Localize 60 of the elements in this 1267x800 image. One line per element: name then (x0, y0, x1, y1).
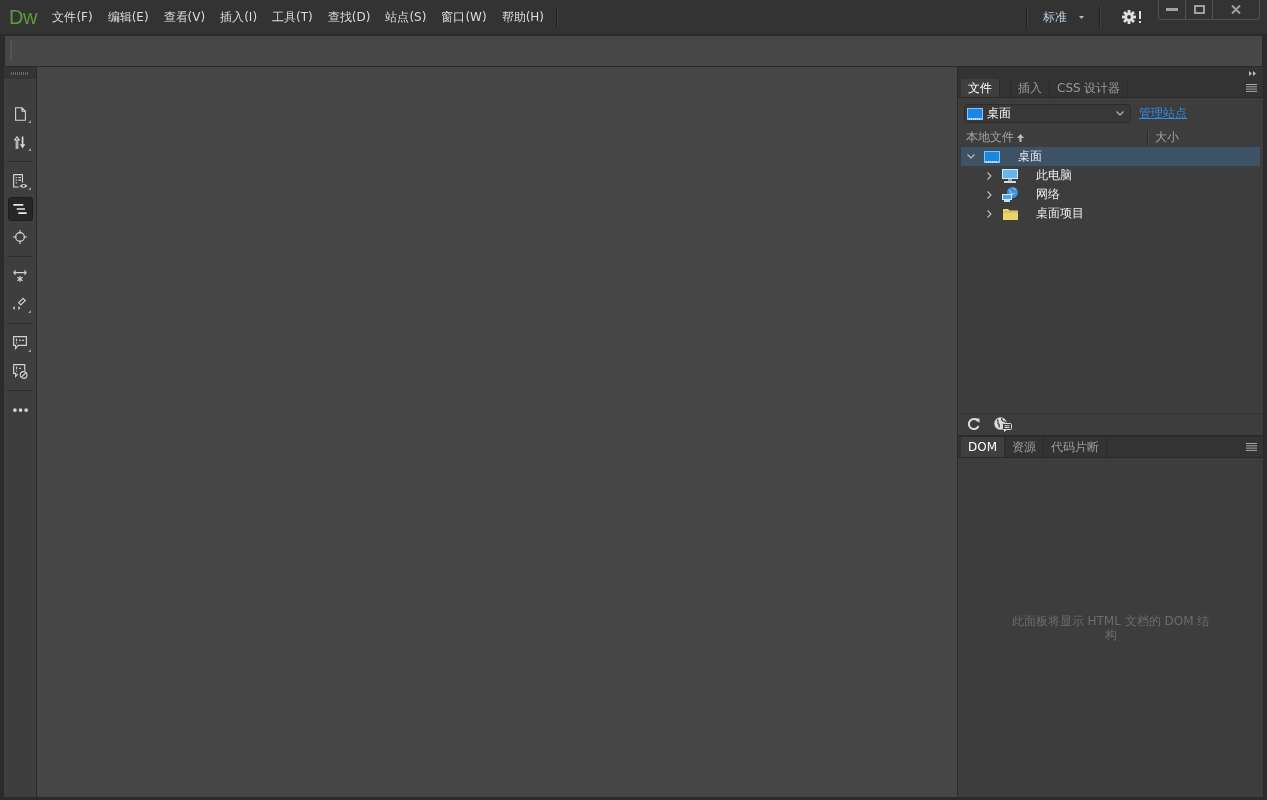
menu-item[interactable]: 插入(I) (212, 6, 265, 28)
menu-item[interactable]: 窗口(W) (433, 6, 495, 28)
tree-item[interactable]: 此电脑 (961, 166, 1260, 185)
crosshair-icon (13, 230, 27, 244)
panel-tab[interactable]: CSS 设计器 (1050, 79, 1129, 97)
grip-icon[interactable] (11, 71, 29, 75)
tool-button[interactable] (7, 197, 33, 221)
tree-item-label: 网络 (1036, 186, 1060, 203)
more-icon (12, 408, 28, 412)
menu-item[interactable]: 查找(D) (320, 6, 378, 28)
menu-item[interactable]: 编辑(E) (100, 6, 157, 28)
globe-chat-icon[interactable] (994, 417, 1012, 432)
network-icon (1002, 187, 1018, 202)
chevron-right-icon[interactable] (986, 171, 992, 180)
chevron-right-icon[interactable] (986, 190, 992, 199)
menu-item[interactable]: 帮助(H) (494, 6, 552, 28)
panel-tab[interactable]: 文件 (961, 79, 1000, 97)
menu-item[interactable]: 站点(S) (377, 6, 434, 28)
tree-item-label: 此电脑 (1036, 167, 1072, 184)
workspace-dropdown[interactable]: 标准 (1037, 6, 1090, 28)
computer-icon (1002, 168, 1018, 183)
chevron-down-icon (1116, 111, 1124, 116)
tree-item[interactable]: 网络 (961, 185, 1260, 204)
menu-item[interactable]: 工具(T) (264, 6, 321, 28)
gear-alert-icon[interactable] (1122, 10, 1142, 24)
column-header[interactable]: 大小 (1149, 129, 1179, 146)
panel-tab[interactable]: 资源 (1005, 437, 1045, 457)
panel-tab[interactable]: 插入 (1011, 79, 1050, 97)
panel-menu-icon[interactable] (1246, 84, 1257, 92)
file-icon (14, 107, 26, 121)
refresh-icon[interactable] (967, 418, 980, 431)
tree-item-label: 桌面 (1018, 148, 1042, 165)
chevron-right-icon[interactable] (986, 209, 992, 218)
tree-item[interactable]: 桌面项目 (961, 204, 1260, 223)
comment-icon (13, 336, 27, 350)
folder-icon (1002, 207, 1018, 220)
site-dropdown[interactable]: 桌面 (964, 104, 1131, 123)
monitor-icon (967, 107, 983, 120)
menu-item[interactable]: 查看(V) (156, 6, 213, 28)
maximize-icon (1193, 5, 1205, 14)
panel-menu-icon[interactable] (1246, 443, 1257, 451)
outline-icon (13, 204, 27, 214)
page-eye-icon (12, 173, 28, 189)
pen-code-icon (13, 297, 27, 311)
minimize-icon (1166, 8, 1178, 11)
arrows-asterisk-icon (13, 270, 27, 282)
panel-tab[interactable]: DOM (961, 437, 1006, 457)
tree-item-label: 桌面项目 (1036, 205, 1084, 222)
chevron-down-icon[interactable] (967, 154, 975, 159)
column-header[interactable]: 本地文件 (958, 129, 1147, 146)
caret-icon (1079, 15, 1084, 19)
menu-item[interactable]: 文件(F) (44, 6, 101, 28)
double-arrow-icon[interactable] (1249, 70, 1256, 76)
tree-item[interactable]: 桌面 (961, 147, 1260, 166)
up-down-arrows-icon (14, 135, 26, 149)
close-icon (1231, 5, 1241, 14)
panel-tab[interactable]: 代码片断 (1044, 437, 1108, 457)
monitor-icon (984, 150, 1000, 163)
app-logo: Dw (9, 5, 37, 29)
comment-blocked-icon (12, 363, 28, 379)
